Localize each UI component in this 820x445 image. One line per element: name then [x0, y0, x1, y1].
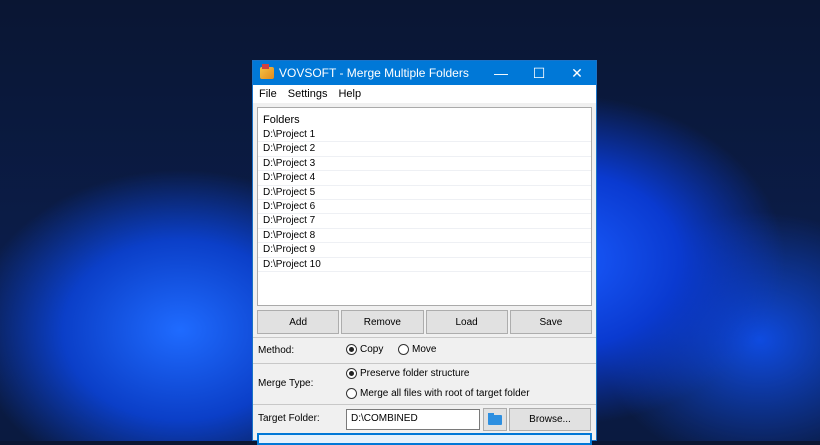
- method-label: Method:: [258, 345, 295, 356]
- remove-button[interactable]: Remove: [341, 310, 424, 334]
- list-item[interactable]: D:\Project 6: [258, 200, 591, 215]
- list-item[interactable]: D:\Project 2: [258, 142, 591, 157]
- browse-button[interactable]: Browse...: [509, 408, 591, 431]
- target-folder-label: Target Folder:: [258, 413, 320, 424]
- list-buttons: Add Remove Load Save: [257, 310, 592, 334]
- list-item[interactable]: D:\Project 8: [258, 229, 591, 244]
- radio-checked-icon: [346, 344, 357, 355]
- merge-root-radio[interactable]: Merge all files with root of target fold…: [346, 388, 530, 399]
- app-icon: [260, 64, 274, 79]
- close-button[interactable]: ✕: [558, 65, 596, 82]
- window-title: VOVSOFT - Merge Multiple Folders: [279, 66, 469, 80]
- menu-bar: File Settings Help: [253, 85, 596, 103]
- list-item[interactable]: D:\Project 4: [258, 171, 591, 186]
- merge-preserve-radio[interactable]: Preserve folder structure: [346, 368, 470, 379]
- maximize-button[interactable]: ☐: [520, 65, 558, 82]
- divider: [253, 337, 596, 338]
- load-button[interactable]: Load: [425, 310, 508, 334]
- minimize-button[interactable]: —: [482, 65, 520, 81]
- copy-label: Copy: [360, 344, 384, 355]
- target-folder-input[interactable]: D:\COMBINED: [346, 409, 480, 430]
- method-move-radio[interactable]: Move: [398, 344, 436, 355]
- list-item[interactable]: D:\Project 7: [258, 214, 591, 229]
- menu-file[interactable]: File: [259, 88, 277, 100]
- list-item[interactable]: D:\Project 10: [258, 258, 591, 272]
- folders-list[interactable]: Folders D:\Project 1 D:\Project 2 D:\Pro…: [257, 107, 592, 306]
- list-item[interactable]: D:\Project 5: [258, 186, 591, 200]
- move-label: Move: [412, 344, 437, 355]
- list-header[interactable]: Folders: [258, 108, 591, 128]
- method-copy-radio[interactable]: Copy: [346, 344, 383, 355]
- merge-button[interactable]: [257, 433, 592, 445]
- radio-checked-icon: [346, 368, 357, 379]
- folder-icon: [488, 412, 502, 425]
- menu-settings[interactable]: Settings: [288, 88, 328, 100]
- open-folder-button[interactable]: [483, 408, 507, 431]
- divider: [253, 404, 596, 405]
- save-button[interactable]: Save: [509, 310, 592, 334]
- menu-help[interactable]: Help: [338, 88, 361, 100]
- divider: [253, 363, 596, 364]
- title-bar[interactable]: VOVSOFT - Merge Multiple Folders — ☐ ✕: [253, 61, 596, 85]
- radio-unchecked-icon: [346, 388, 357, 399]
- list-item[interactable]: D:\Project 1: [258, 128, 591, 143]
- merge-root-label: Merge all files with root of target fold…: [360, 388, 530, 399]
- list-item[interactable]: D:\Project 9: [258, 243, 591, 258]
- list-item[interactable]: D:\Project 3: [258, 157, 591, 172]
- radio-unchecked-icon: [398, 344, 409, 355]
- merge-type-label: Merge Type:: [258, 378, 314, 389]
- add-button[interactable]: Add: [257, 310, 340, 334]
- app-window: VOVSOFT - Merge Multiple Folders — ☐ ✕ F…: [252, 60, 597, 445]
- preserve-label: Preserve folder structure: [360, 368, 470, 379]
